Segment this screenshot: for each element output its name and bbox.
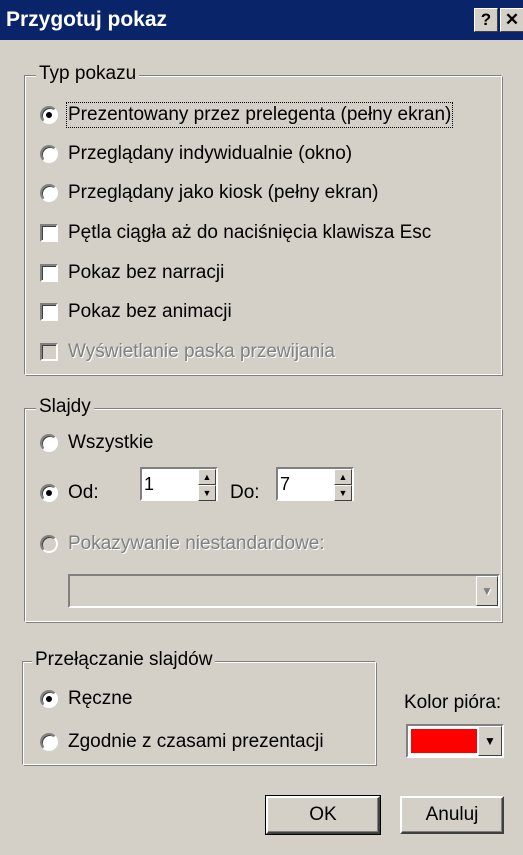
spin-up-icon[interactable]: ▲: [334, 469, 352, 485]
chevron-down-icon[interactable]: ▼: [476, 576, 498, 606]
radio-custom-show-label: Pokazywanie niestandardowe:: [68, 533, 325, 554]
radio-kiosk-label: Przeglądany jako kiosk (pełny ekran): [68, 182, 379, 203]
radio-presenter-label: Prezentowany przez prelegenta (pełny ekr…: [65, 102, 454, 128]
title-bar: Przygotuj pokaz ? ✕: [0, 0, 523, 40]
radio-presenter[interactable]: Prezentowany przez prelegenta (pełny ekr…: [40, 102, 454, 128]
checkbox[interactable]: [40, 303, 58, 321]
cancel-button[interactable]: Anuluj: [400, 796, 504, 834]
from-slide-spinner[interactable]: 1 ▲ ▼: [140, 467, 218, 501]
radio-button-checked[interactable]: [40, 690, 58, 708]
radio-button[interactable]: [40, 733, 58, 751]
checkbox-no-narration[interactable]: Pokaz bez narracji: [40, 262, 224, 284]
radio-button-checked[interactable]: [40, 106, 58, 124]
pen-color-swatch: [411, 729, 477, 753]
radio-individual-label: Przeglądany indywidualnie (okno): [68, 143, 353, 164]
checkbox-no-animation-label: Pokaz bez animacji: [68, 301, 232, 322]
slides-legend: Slajdy: [36, 396, 94, 418]
to-slide-value[interactable]: 7: [278, 469, 334, 499]
radio-button[interactable]: [40, 434, 58, 452]
radio-manual[interactable]: Ręczne: [40, 688, 132, 710]
advance-legend: Przełączanie slajdów: [32, 649, 216, 671]
radio-from-slide[interactable]: Od:: [40, 482, 99, 504]
checkbox-disabled[interactable]: [40, 343, 58, 361]
help-button[interactable]: ?: [474, 8, 498, 32]
spin-up-icon[interactable]: ▲: [198, 469, 216, 485]
custom-show-select[interactable]: ▼: [68, 574, 500, 608]
checkbox-no-animation[interactable]: Pokaz bez animacji: [40, 301, 232, 323]
spin-down-icon[interactable]: ▼: [334, 485, 352, 501]
radio-kiosk[interactable]: Przeglądany jako kiosk (pełny ekran): [40, 182, 379, 204]
show-type-legend: Typ pokazu: [36, 63, 140, 85]
checkbox[interactable]: [40, 264, 58, 282]
ok-button[interactable]: OK: [265, 795, 381, 835]
checkbox-scrollbar-label: Wyświetlanie paska przewijania: [68, 341, 336, 362]
radio-individual[interactable]: Przeglądany indywidualnie (okno): [40, 143, 352, 165]
pen-color-picker[interactable]: ▼: [406, 724, 504, 758]
close-icon: ✕: [504, 10, 520, 29]
chevron-down-icon[interactable]: ▼: [478, 726, 502, 756]
to-slide-spinner[interactable]: 7 ▲ ▼: [276, 467, 354, 501]
radio-button-disabled[interactable]: [40, 535, 58, 553]
radio-all-slides-label: Wszystkie: [68, 432, 154, 453]
radio-from-label: Od:: [68, 482, 99, 503]
radio-custom-show[interactable]: Pokazywanie niestandardowe:: [40, 533, 325, 555]
checkbox-loop[interactable]: Pętla ciągła aż do naciśnięcia klawisza …: [40, 222, 431, 244]
checkbox-no-narration-label: Pokaz bez narracji: [68, 262, 225, 283]
radio-all-slides[interactable]: Wszystkie: [40, 432, 154, 454]
from-slide-value[interactable]: 1: [142, 469, 198, 499]
checkbox-loop-label: Pętla ciągła aż do naciśnięcia klawisza …: [68, 222, 432, 243]
radio-button[interactable]: [40, 184, 58, 202]
close-button[interactable]: ✕: [500, 8, 523, 32]
pen-color-label: Kolor pióra:: [404, 692, 502, 713]
radio-timings[interactable]: Zgodnie z czasami prezentacji: [40, 731, 324, 753]
checkbox-scrollbar[interactable]: Wyświetlanie paska przewijania: [40, 341, 335, 363]
radio-manual-label: Ręczne: [68, 688, 133, 709]
radio-timings-label: Zgodnie z czasami prezentacji: [68, 731, 324, 752]
radio-button-checked[interactable]: [40, 484, 58, 502]
radio-button[interactable]: [40, 145, 58, 163]
to-label: Do:: [230, 482, 260, 503]
checkbox[interactable]: [40, 224, 58, 242]
spin-down-icon[interactable]: ▼: [198, 485, 216, 501]
dialog-title: Przygotuj pokaz: [6, 8, 168, 31]
